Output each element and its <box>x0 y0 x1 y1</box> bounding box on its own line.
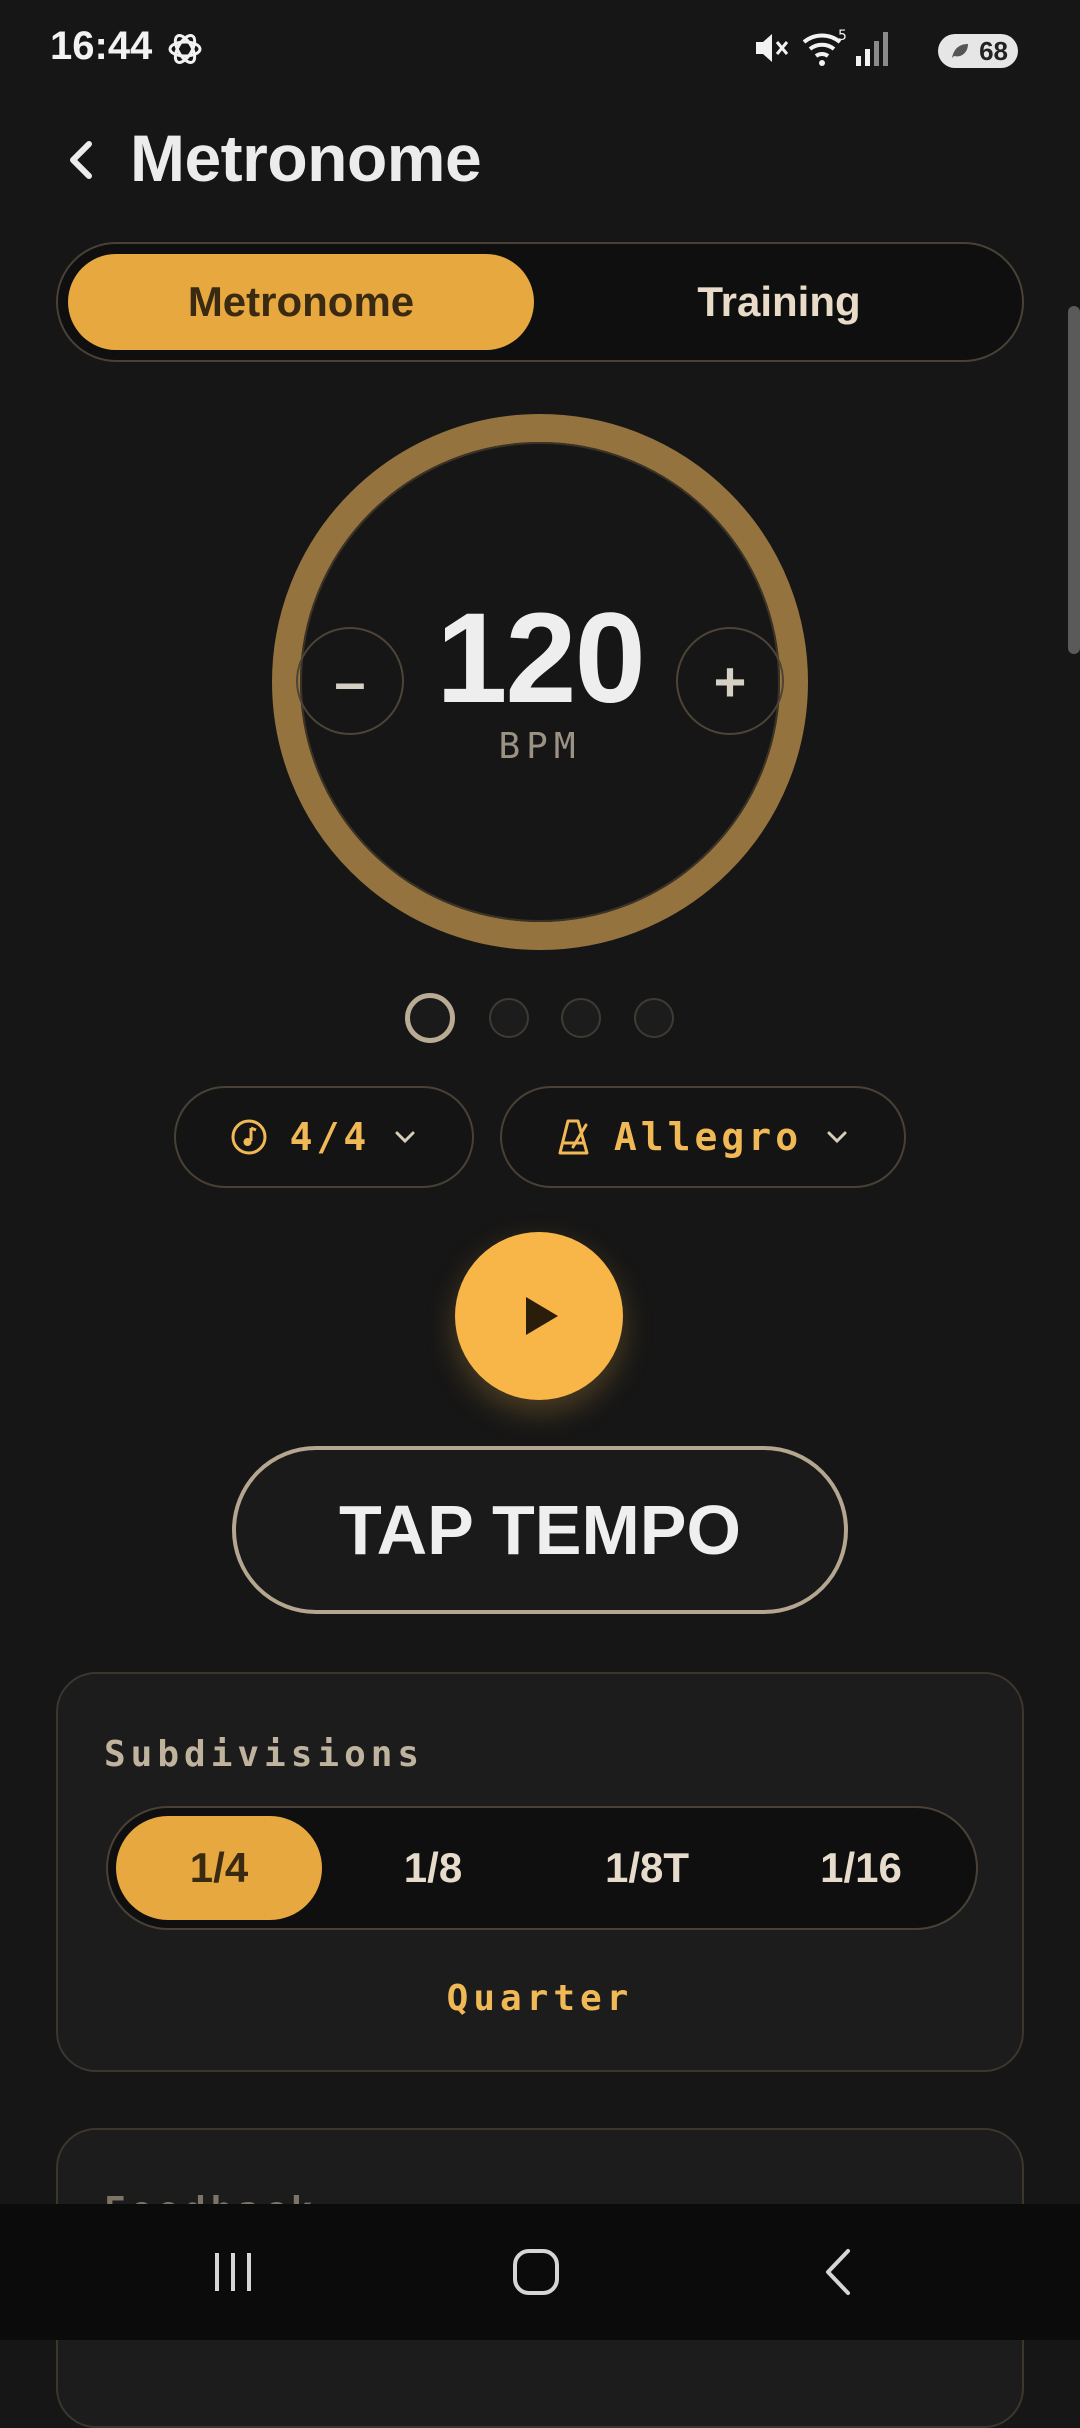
header: Metronome <box>0 110 1080 210</box>
scrollbar[interactable] <box>1068 306 1080 654</box>
time-signature-select[interactable]: 4/4 <box>174 1086 474 1188</box>
wifi-icon: 5 <box>802 28 847 66</box>
subdivision-option-sixteenth[interactable]: 1/16 <box>758 1816 964 1920</box>
chevron-down-icon <box>395 1131 415 1144</box>
play-button[interactable] <box>455 1232 623 1400</box>
bpm-value: 120 <box>436 587 646 730</box>
tempo-marking-select[interactable]: Allegro <box>500 1086 906 1188</box>
subdivision-name: Quarter <box>446 1978 634 2019</box>
bpm-unit: BPM <box>498 726 582 767</box>
back-nav-button[interactable] <box>778 2232 898 2312</box>
chatgpt-icon <box>166 30 204 73</box>
recent-apps-icon <box>215 2253 251 2291</box>
chevron-left-icon <box>70 141 92 179</box>
home-icon <box>513 2249 559 2295</box>
back-button[interactable] <box>50 130 110 190</box>
subdivision-option-eighth[interactable]: 1/8 <box>330 1816 536 1920</box>
subdivisions-title: Subdivisions <box>104 1734 425 1775</box>
battery-icon: 68 <box>938 34 1018 68</box>
beat-indicator-4 <box>634 998 674 1038</box>
status-time: 16:44 <box>50 24 153 68</box>
beat-indicator-2 <box>489 998 529 1038</box>
recent-apps-button[interactable] <box>174 2232 294 2312</box>
back-icon <box>826 2249 850 2295</box>
mode-tabs: Metronome Training <box>56 242 1024 362</box>
mute-icon <box>756 34 789 62</box>
play-icon <box>526 1297 558 1335</box>
status-bar: 16:44 5 68 <box>0 0 1080 100</box>
tab-training[interactable]: Training <box>546 254 1012 350</box>
tempo-marking-value: Allegro <box>613 1115 803 1159</box>
system-nav-bar <box>0 2204 1080 2340</box>
page-title: Metronome <box>130 121 482 195</box>
metronome-icon <box>558 1119 589 1155</box>
subdivisions-card: Subdivisions 1/4 1/8 1/8T 1/16 Quarter <box>56 1672 1024 2072</box>
svg-text:5: 5 <box>838 28 847 44</box>
increase-bpm-button[interactable]: + <box>676 627 784 735</box>
beat-indicator-3 <box>561 998 601 1038</box>
beat-indicator-1 <box>405 993 455 1043</box>
decrease-bpm-button[interactable]: – <box>296 627 404 735</box>
battery-level: 68 <box>979 35 1008 66</box>
subdivision-option-triplet[interactable]: 1/8T <box>544 1816 750 1920</box>
tab-metronome[interactable]: Metronome <box>68 254 534 350</box>
chevron-down-icon <box>827 1131 847 1144</box>
tap-tempo-button[interactable]: TAP TEMPO <box>232 1446 848 1614</box>
time-signature-value: 4/4 <box>289 1115 371 1159</box>
music-note-icon <box>231 1119 267 1155</box>
subdivision-option-quarter[interactable]: 1/4 <box>116 1816 322 1920</box>
signal-icon <box>856 32 888 66</box>
home-button[interactable] <box>476 2232 596 2312</box>
subdivision-selector: 1/4 1/8 1/8T 1/16 <box>106 1806 978 1930</box>
